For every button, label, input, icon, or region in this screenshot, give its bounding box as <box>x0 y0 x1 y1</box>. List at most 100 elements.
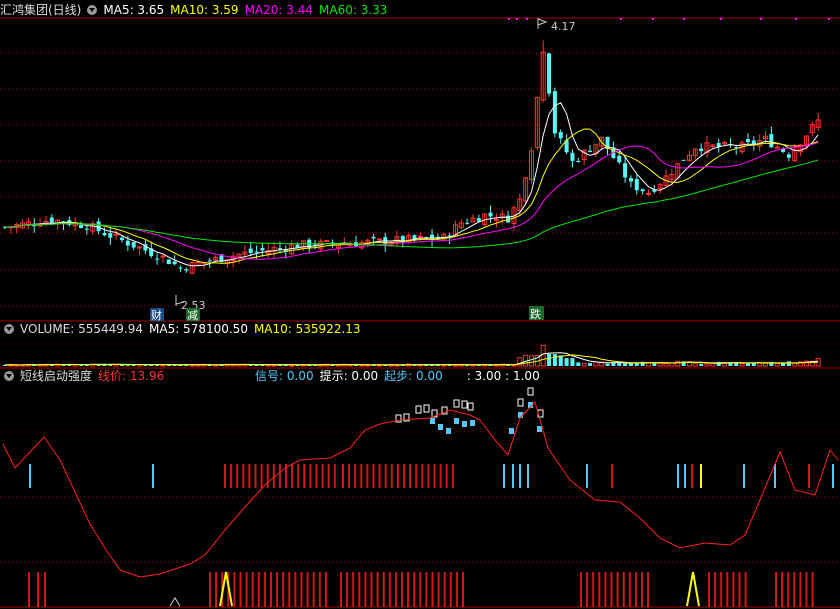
bottom-signal-bar <box>44 572 46 607</box>
red-signal-bar <box>433 464 436 488</box>
red-signal-bar <box>700 464 702 488</box>
bottom-signal-bar <box>604 572 607 607</box>
bottom-signal-bar <box>714 572 717 607</box>
bottom-signal-bar <box>257 572 260 607</box>
blue-square-marker <box>438 424 443 430</box>
bottom-signal-bar <box>288 572 291 607</box>
candle <box>774 146 780 149</box>
volume-bar <box>657 362 663 367</box>
bottom-signal-bar <box>358 572 361 607</box>
candle <box>131 242 136 248</box>
purple-dot <box>508 18 510 20</box>
purple-dot <box>828 18 830 20</box>
signal-bars <box>28 464 834 607</box>
red-signal-bar <box>342 464 344 488</box>
volume-bar <box>704 363 710 367</box>
volume-bar <box>96 364 101 366</box>
bottom-signal-bar <box>437 572 440 607</box>
volume-bar <box>646 362 651 367</box>
bottom-signal-bar <box>726 572 729 607</box>
high-price-label: 4.17 <box>551 20 576 33</box>
bottom-signal-bar <box>370 572 373 607</box>
volume-bar <box>189 364 195 367</box>
volume-ma10: MA10: 535922.13 <box>253 322 361 336</box>
bottom-signal-bar <box>720 572 723 607</box>
red-signal-bar <box>354 464 357 488</box>
candle <box>412 235 417 240</box>
bottom-signal-bar <box>449 572 452 607</box>
volume-bar <box>564 358 569 366</box>
bottom-signal-bar <box>455 572 458 607</box>
purple-dot <box>760 18 762 20</box>
bottom-signal-bar <box>628 572 631 607</box>
red-signal-bar <box>390 464 393 488</box>
cyan-signal-bar <box>29 464 31 488</box>
candle <box>699 148 704 152</box>
volume-bar <box>617 362 622 366</box>
cyan-signal-bar <box>684 464 686 488</box>
bottom-signal-bar <box>312 572 315 607</box>
candle <box>84 228 89 230</box>
white-square-marker <box>423 404 430 413</box>
cyan-signal-bar <box>519 464 521 488</box>
volume-bar <box>623 363 628 366</box>
volume-bar <box>763 362 768 367</box>
candle <box>417 235 423 238</box>
volume-bar <box>576 362 581 366</box>
red-signal-bar <box>260 464 263 488</box>
bottom-signal-bar <box>738 572 741 607</box>
red-signal-bar <box>366 464 369 488</box>
bottom-signal-bar <box>233 572 236 607</box>
bottom-signal-bar <box>811 572 814 607</box>
candle <box>113 233 119 236</box>
bottom-signal-bar <box>744 572 747 607</box>
stock-title: 汇鸿集团(日线) <box>0 3 82 17</box>
red-signal-bar <box>372 464 375 488</box>
red-signal-bar <box>445 464 448 488</box>
bottom-signal-bar <box>419 572 422 607</box>
blue-square-marker <box>509 428 514 434</box>
stock-chart: 4.17 2.53 财 减 跌 <box>0 17 840 608</box>
red-signal-bar <box>242 464 245 488</box>
blue-square-marker <box>430 418 435 424</box>
red-signal-bar <box>303 464 306 488</box>
candle <box>277 248 282 250</box>
cyan-signal-bar <box>503 464 505 488</box>
candle <box>465 222 470 224</box>
bottom-signal-bar <box>431 572 434 607</box>
strength-line <box>2 401 839 578</box>
purple-dot <box>526 18 528 20</box>
volume-bar <box>769 363 774 366</box>
white-square-marker <box>453 399 460 408</box>
candle <box>376 238 382 241</box>
bottom-signal-bar <box>732 572 735 607</box>
candle <box>260 248 265 251</box>
bottom-signal-bar <box>209 572 211 607</box>
bottom-signal-bar <box>28 572 30 607</box>
volume-bar <box>465 365 470 367</box>
candle <box>371 236 376 239</box>
red-signal-bar <box>396 464 399 488</box>
volume-value: VOLUME: 555449.94 <box>20 322 143 336</box>
red-signal-bar <box>333 464 336 488</box>
cyan-signal-bar <box>832 464 834 488</box>
cyan-signal-bar <box>586 464 588 488</box>
cyan-signal-bar <box>743 464 745 488</box>
red-signal-bar <box>427 464 430 488</box>
volume-bar <box>131 365 136 367</box>
bottom-signal-bar <box>708 572 710 607</box>
small-peak-marker <box>169 597 181 607</box>
dropdown-icon[interactable] <box>87 5 98 15</box>
candle <box>430 234 435 240</box>
white-square-marker <box>415 405 422 414</box>
bottom-signal-bar <box>263 572 266 607</box>
bottom-signal-bar <box>376 572 379 607</box>
cyan-signal-bar <box>677 464 679 488</box>
dropdown-icon[interactable] <box>4 371 14 381</box>
red-signal-bar <box>808 464 810 488</box>
indicator-title: 短线启动强度 <box>20 369 93 383</box>
marker-die: 跌 <box>530 307 541 321</box>
cyan-signal-bar <box>512 464 514 488</box>
bottom-signal-bar <box>647 572 650 607</box>
dropdown-icon[interactable] <box>4 324 14 334</box>
